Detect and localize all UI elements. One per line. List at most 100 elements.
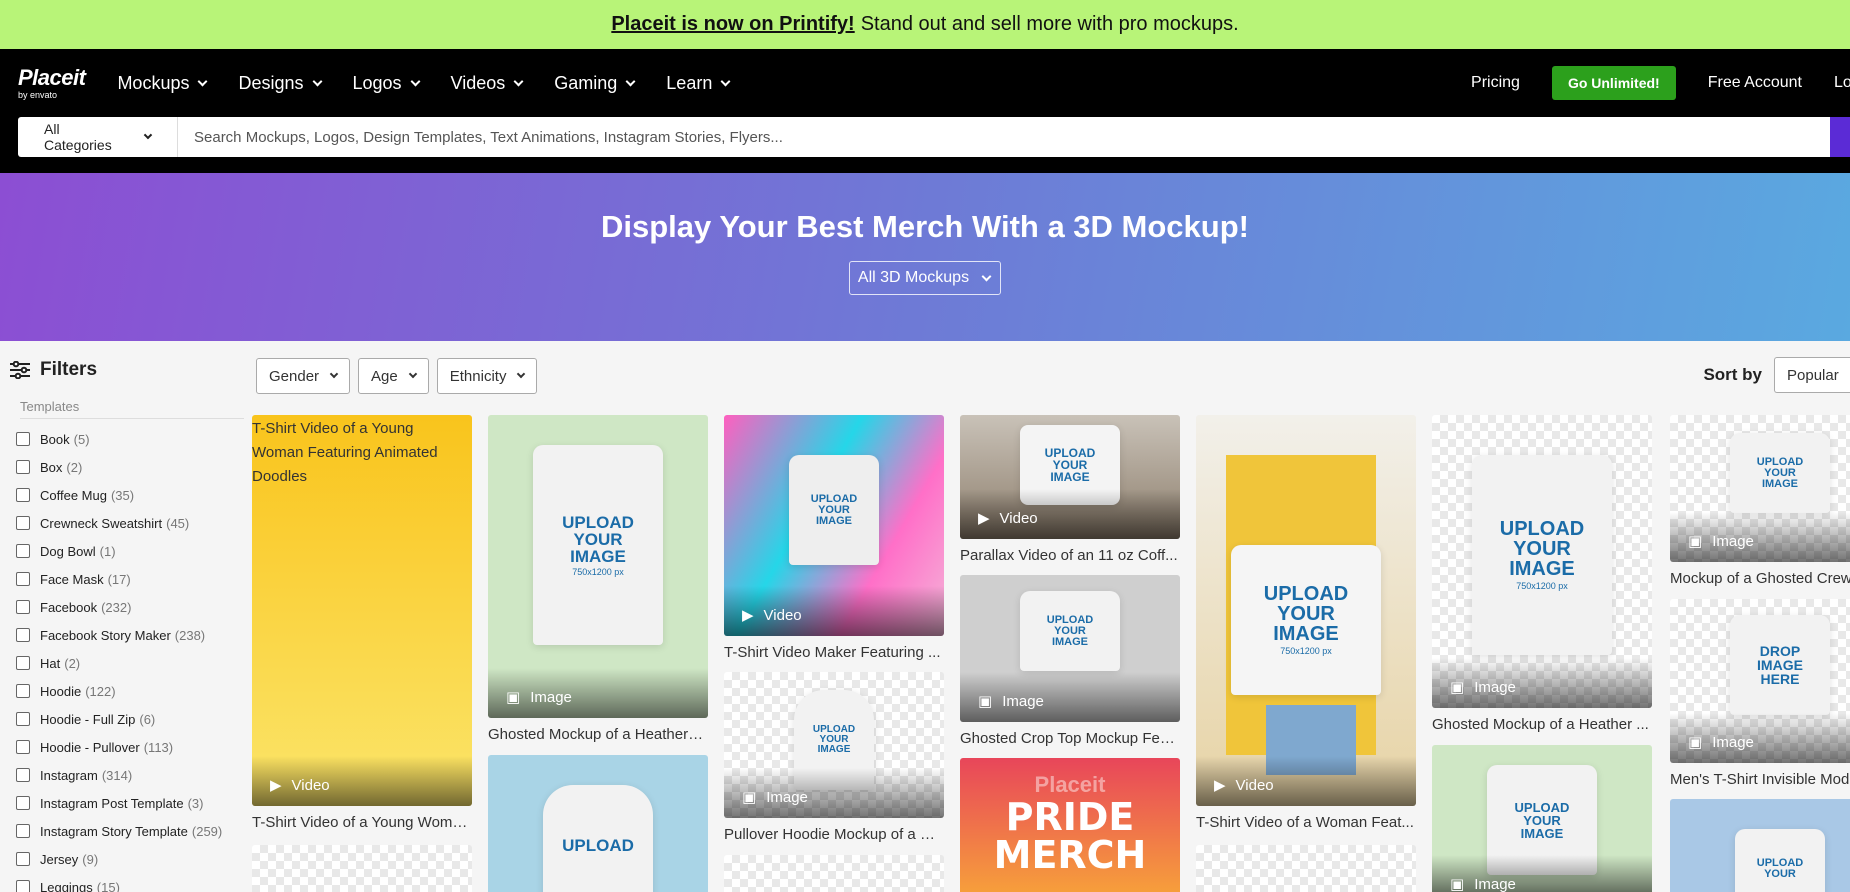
filter-option[interactable]: Leggings (15)	[0, 873, 232, 892]
result-card[interactable]: UPLOAD YOUR IMAGE ▣ Image Ghosted Crop Top …	[960, 575, 1180, 747]
card-thumbnail[interactable]: UPLOAD YOUR IMAGE ▣ Image	[1670, 415, 1850, 562]
card-thumbnail[interactable]: T-Shirt Video of a Young Woman Featuring…	[252, 415, 472, 806]
checkbox[interactable]	[16, 600, 30, 614]
filter-option[interactable]: Face Mask (17)	[0, 565, 232, 593]
filter-option[interactable]: Instagram Post Template (3)	[0, 789, 232, 817]
nav-learn[interactable]: Learn	[666, 73, 731, 94]
card-thumbnail[interactable]: UPLOAD YOUR IMAGE 750x1200 px ▣ Image	[488, 415, 708, 718]
result-card[interactable]	[1196, 845, 1416, 892]
card-thumbnail[interactable]: UPLOAD YOUR IMAGE ▶ Video	[724, 415, 944, 636]
checkbox[interactable]	[16, 544, 30, 558]
filter-option[interactable]: Hoodie - Full Zip (6)	[0, 705, 232, 733]
result-card[interactable]	[252, 845, 472, 892]
result-card[interactable]: UPLOAD YOUR	[1670, 799, 1850, 892]
filter-option[interactable]: Crewneck Sweatshirt (45)	[0, 509, 232, 537]
result-card[interactable]	[724, 855, 944, 892]
card-caption[interactable]: Pullover Hoodie Mockup of a G...	[724, 826, 944, 843]
card-caption[interactable]: Ghosted Crop Top Mockup Fea...	[960, 730, 1180, 747]
result-card[interactable]: UPLOAD YOUR IMAGE ▶ Video T-Shirt Video Mak…	[724, 415, 944, 661]
checkbox[interactable]	[16, 852, 30, 866]
age-dropdown[interactable]: Age	[358, 358, 429, 394]
checkbox[interactable]	[16, 796, 30, 810]
checkbox[interactable]	[16, 824, 30, 838]
checkbox[interactable]	[16, 628, 30, 642]
nav-mockups[interactable]: Mockups	[117, 73, 208, 94]
result-card[interactable]: UPLOAD YOUR IMAGE 750x1200 px ▣ Image Ghoste…	[1432, 415, 1652, 733]
checkbox[interactable]	[16, 768, 30, 782]
filter-option[interactable]: Hat (2)	[0, 649, 232, 677]
filter-option[interactable]: Instagram Story Template (259)	[0, 817, 232, 845]
pricing-link[interactable]: Pricing	[1471, 74, 1520, 92]
filter-option[interactable]: Coffee Mug (35)	[0, 481, 232, 509]
result-card[interactable]: UPLOAD	[488, 755, 708, 892]
card-thumbnail[interactable]: UPLOAD YOUR IMAGE ▣ Image	[960, 575, 1180, 722]
filter-option[interactable]: Hoodie - Pullover (113)	[0, 733, 232, 761]
nav-videos[interactable]: Videos	[451, 73, 524, 94]
promo-link[interactable]: Placeit is now on Printify!	[611, 13, 854, 36]
card-caption[interactable]: T-Shirt Video Maker Featuring ...	[724, 644, 944, 661]
mockup-type-select[interactable]: All 3D Mockups	[848, 261, 1002, 295]
placeit-logo[interactable]: Placeit by envato	[18, 66, 86, 100]
card-caption[interactable]: T-Shirt Video of a Woman Feat...	[1196, 814, 1416, 831]
filter-option[interactable]: Book (5)	[0, 425, 232, 453]
checkbox[interactable]	[16, 432, 30, 446]
checkbox[interactable]	[16, 516, 30, 530]
card-caption[interactable]: T-Shirt Video of a Young Woma...	[252, 814, 472, 831]
sort-dropdown[interactable]: Popular	[1774, 357, 1850, 393]
checkbox[interactable]	[16, 712, 30, 726]
result-card[interactable]: UPLOAD YOUR IMAGE ▣ Image Pullover Hoodie M…	[724, 672, 944, 843]
filters-header[interactable]: Filters	[0, 341, 232, 399]
ethnicity-dropdown[interactable]: Ethnicity	[436, 358, 538, 394]
checkbox[interactable]	[16, 488, 30, 502]
checkbox[interactable]	[16, 684, 30, 698]
category-select[interactable]: All Categories	[18, 117, 178, 157]
card-thumbnail[interactable]: UPLOAD YOUR IMAGE ▶ Video	[960, 415, 1180, 539]
search-input[interactable]	[178, 117, 1830, 157]
checkbox[interactable]	[16, 572, 30, 586]
card-thumbnail[interactable]: Placeit PRIDE MERCH	[960, 758, 1180, 892]
result-card[interactable]: T-Shirt Video of a Young Woman Featuring…	[252, 415, 472, 831]
filter-option[interactable]: Hoodie (122)	[0, 677, 232, 705]
card-thumbnail[interactable]: UPLOAD YOUR IMAGE 750x1200 px ▣ Image	[1432, 415, 1652, 708]
filter-option[interactable]: Jersey (9)	[0, 845, 232, 873]
result-card[interactable]: UPLOAD YOUR IMAGE 750x1200 px ▶ Video T-Shir…	[1196, 415, 1416, 831]
card-thumbnail[interactable]: UPLOAD YOUR IMAGE 750x1200 px ▶ Video	[1196, 415, 1416, 806]
filter-option[interactable]: Instagram (314)	[0, 761, 232, 789]
result-card[interactable]: UPLOAD YOUR IMAGE 750x1200 px ▣ Image Ghoste…	[488, 415, 708, 743]
checkbox[interactable]	[16, 460, 30, 474]
filter-option[interactable]: Facebook Story Maker (238)	[0, 621, 232, 649]
card-thumbnail[interactable]	[1196, 845, 1416, 892]
result-card[interactable]: Placeit PRIDE MERCH	[960, 758, 1180, 892]
card-caption[interactable]: Ghosted Mockup of a Heather ...	[1432, 716, 1652, 733]
card-caption[interactable]: Mockup of a Ghosted Crew	[1670, 570, 1850, 587]
go-unlimited-button[interactable]: Go Unlimited!	[1551, 66, 1676, 100]
login-link[interactable]: Lo	[1834, 74, 1850, 92]
search-button[interactable]	[1830, 117, 1850, 157]
nav-gaming[interactable]: Gaming	[554, 73, 636, 94]
result-card[interactable]: UPLOAD YOUR IMAGE ▣ Image Mockup of a Ghost…	[1670, 415, 1850, 587]
card-thumbnail[interactable]: UPLOAD YOUR IMAGE ▣ Image	[724, 672, 944, 818]
gender-dropdown[interactable]: Gender	[256, 358, 351, 394]
card-thumbnail[interactable]	[252, 845, 472, 892]
result-card[interactable]: DROP IMAGE HERE ▣ Image Men's T-Shirt Invis…	[1670, 599, 1850, 788]
card-caption[interactable]: Parallax Video of an 11 oz Coff...	[960, 547, 1180, 564]
filter-option[interactable]: Dog Bowl (1)	[0, 537, 232, 565]
card-caption[interactable]: Ghosted Mockup of a Heathere...	[488, 726, 708, 743]
result-card[interactable]: UPLOAD YOUR IMAGE ▶ Video Parallax Video of…	[960, 415, 1180, 564]
checkbox[interactable]	[16, 880, 30, 892]
checkbox[interactable]	[16, 656, 30, 670]
card-thumbnail[interactable]: UPLOAD	[488, 755, 708, 892]
filter-option[interactable]: Box (2)	[0, 453, 232, 481]
nav-logos[interactable]: Logos	[353, 73, 420, 94]
nav-designs[interactable]: Designs	[238, 73, 322, 94]
card-caption[interactable]: Men's T-Shirt Invisible Mode	[1670, 771, 1850, 788]
card-thumbnail[interactable]	[724, 855, 944, 892]
card-thumbnail[interactable]: DROP IMAGE HERE ▣ Image	[1670, 599, 1850, 763]
card-thumbnail[interactable]: UPLOAD YOUR IMAGE ▣ Image	[1432, 745, 1652, 892]
filter-option[interactable]: Facebook (232)	[0, 593, 232, 621]
result-card[interactable]: UPLOAD YOUR IMAGE ▣ Image	[1432, 745, 1652, 892]
card-thumbnail[interactable]: UPLOAD YOUR	[1670, 799, 1850, 892]
promo-banner[interactable]: Placeit is now on Printify! Stand out an…	[0, 0, 1850, 49]
checkbox[interactable]	[16, 740, 30, 754]
free-account-link[interactable]: Free Account	[1708, 74, 1802, 92]
